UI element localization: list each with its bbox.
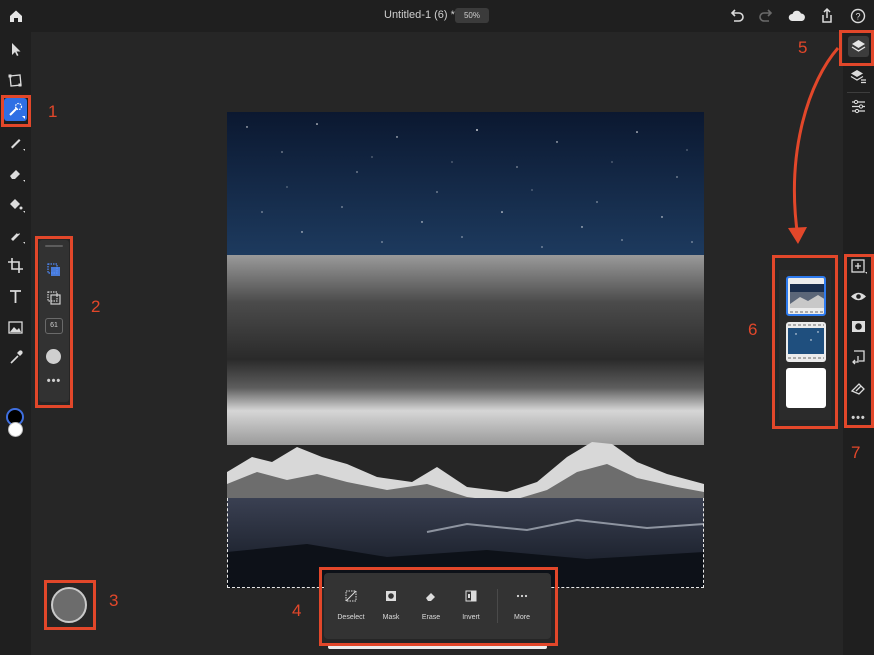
annotation-box — [35, 236, 73, 408]
annotation-label: 6 — [748, 320, 758, 339]
annotation-box — [772, 255, 838, 429]
undo-icon[interactable] — [727, 6, 747, 26]
annotation-arrow — [788, 47, 840, 244]
divider — [847, 92, 870, 93]
paint-bucket-icon[interactable] — [4, 193, 27, 216]
annotation-box — [844, 254, 874, 428]
annotation-label: 7 — [851, 443, 861, 462]
help-icon[interactable]: ? — [848, 6, 868, 26]
annotation-box — [1, 95, 31, 127]
place-image-icon[interactable] — [4, 316, 27, 339]
select-arrow-icon[interactable] — [4, 38, 27, 61]
cloud-icon[interactable] — [787, 6, 807, 26]
svg-text:?: ? — [855, 12, 860, 22]
background-color-swatch[interactable] — [8, 422, 23, 437]
eraser-icon[interactable] — [4, 162, 27, 185]
annotation-label: 3 — [109, 591, 119, 610]
brush-icon[interactable] — [4, 131, 27, 154]
eyedropper-icon[interactable] — [4, 346, 27, 369]
annotation-label: 4 — [292, 601, 302, 620]
annotation-label: 1 — [48, 102, 58, 121]
healing-brush-icon[interactable] — [4, 224, 27, 247]
share-icon[interactable] — [817, 6, 837, 26]
redo-icon[interactable] — [756, 6, 776, 26]
document-title[interactable]: Untitled-1 (6) * — [384, 9, 455, 21]
crop-icon[interactable] — [4, 254, 27, 277]
document-canvas[interactable] — [227, 112, 704, 588]
transform-icon[interactable] — [4, 69, 27, 92]
layer-properties-icon[interactable] — [848, 66, 869, 87]
selection-marquee — [227, 498, 228, 588]
selection-marquee — [703, 498, 704, 588]
annotation-box — [319, 567, 558, 646]
annotation-label: 2 — [91, 297, 101, 316]
adjustments-icon[interactable] — [848, 96, 869, 117]
annotation-box — [44, 580, 96, 630]
zoom-level[interactable]: 50% — [455, 8, 489, 23]
type-icon[interactable] — [4, 285, 27, 308]
top-bar: Untitled-1 (6) * 50% ? — [0, 0, 874, 32]
home-icon[interactable] — [6, 6, 26, 26]
